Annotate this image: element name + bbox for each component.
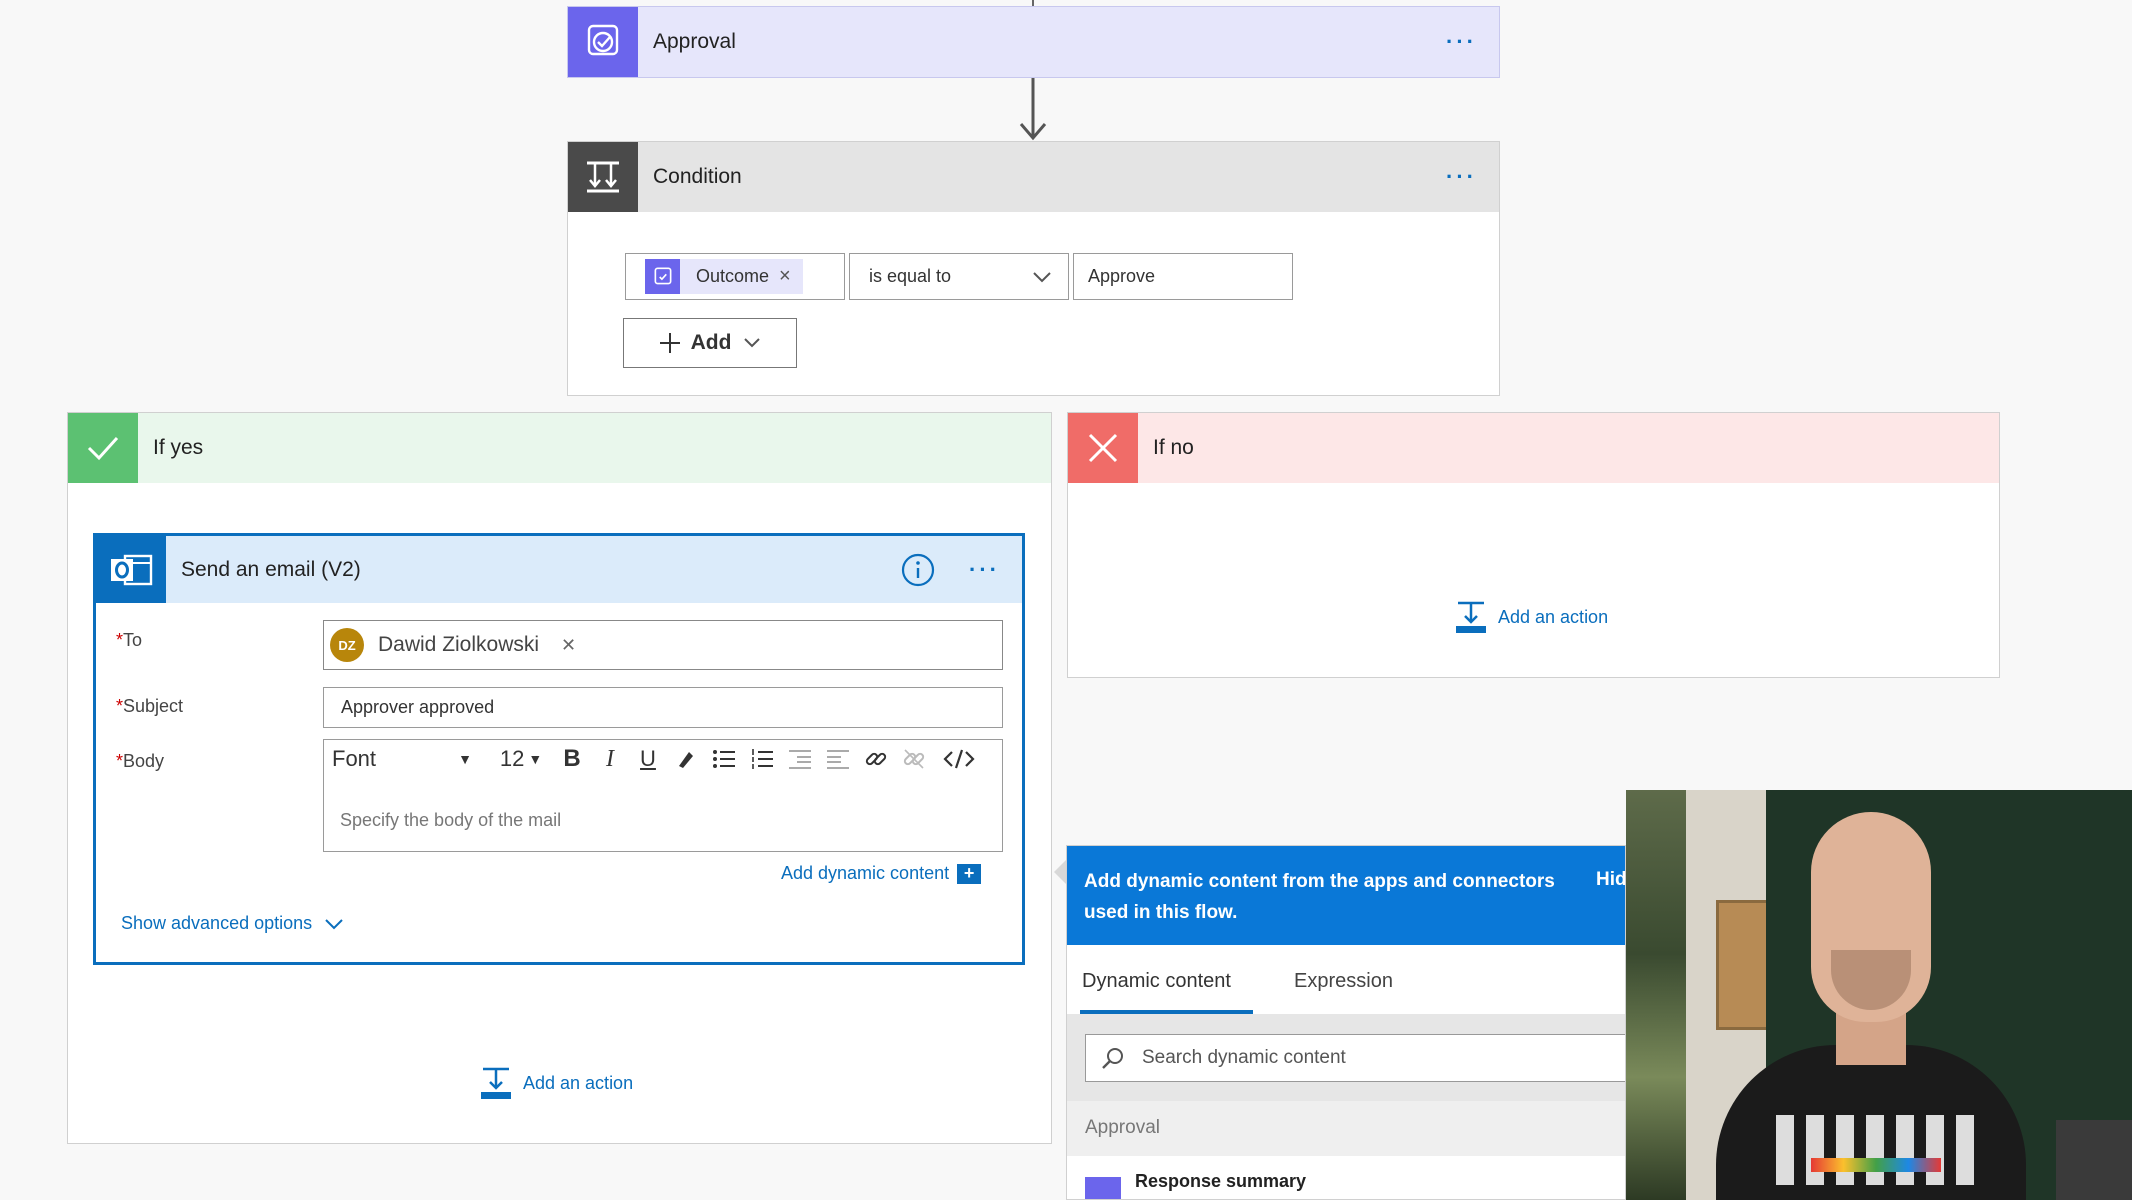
condition-operator-select[interactable]: is equal to — [849, 253, 1069, 300]
add-dynamic-plus-icon: + — [957, 863, 982, 884]
condition-icon — [568, 142, 638, 212]
search-icon — [1102, 1048, 1123, 1069]
dynamic-search-area: Search dynamic content — [1067, 1014, 1625, 1101]
approval-icon — [568, 7, 638, 77]
outcome-token-remove[interactable]: × — [779, 265, 791, 288]
condition-right-operand[interactable]: Approve — [1073, 253, 1293, 300]
show-advanced-options[interactable]: Show advanced options — [121, 913, 344, 934]
flow-arrow — [1019, 78, 1047, 141]
if-no-branch: If no Add an action — [1067, 412, 2000, 678]
approval-title: Approval — [653, 30, 736, 53]
condition-title: Condition — [653, 165, 742, 188]
info-icon[interactable] — [901, 553, 935, 587]
condition-more-menu[interactable]: ··· — [1446, 164, 1477, 190]
numbered-list-icon[interactable] — [744, 740, 780, 778]
chevron-down-icon — [744, 338, 761, 348]
dynamic-search-placeholder: Search dynamic content — [1142, 1047, 1346, 1068]
dynamic-hide-button[interactable]: Hid — [1596, 869, 1625, 891]
dynamic-search-input[interactable]: Search dynamic content — [1085, 1034, 1625, 1082]
subject-field[interactable]: Approver approved — [323, 687, 1003, 728]
bold-icon[interactable]: B — [554, 740, 590, 778]
plus-icon — [659, 333, 680, 353]
add-action-icon — [1456, 601, 1486, 633]
tab-expression[interactable]: Expression — [1294, 970, 1393, 993]
body-placeholder: Specify the body of the mail — [340, 810, 562, 830]
condition-left-operand[interactable]: Outcome × — [625, 253, 845, 300]
tab-dynamic-content[interactable]: Dynamic content — [1082, 970, 1231, 993]
add-action-icon — [481, 1067, 511, 1099]
close-icon — [1068, 413, 1138, 483]
outlook-icon — [96, 536, 166, 603]
increase-indent-icon[interactable] — [820, 740, 856, 778]
condition-card[interactable]: Condition ··· Outcome × is equal to Appr… — [567, 141, 1500, 396]
add-condition-button[interactable]: Add — [623, 318, 797, 368]
decrease-indent-icon[interactable] — [782, 740, 818, 778]
dynamic-section-header: Approval — [1067, 1101, 1625, 1156]
subject-value: Approver approved — [341, 697, 495, 717]
to-label: *To — [116, 630, 143, 650]
send-email-title: Send an email (V2) — [181, 557, 361, 581]
add-condition-label: Add — [690, 331, 732, 354]
body-editor[interactable]: Font ▼ 12 ▼ B I U Specify the body of th… — [323, 739, 1003, 852]
add-dynamic-content-link[interactable]: Add dynamic content + — [781, 863, 982, 884]
link-icon[interactable] — [858, 740, 894, 778]
send-email-more-menu[interactable]: ··· — [969, 557, 1000, 583]
italic-icon[interactable]: I — [592, 740, 628, 778]
code-view-icon[interactable] — [936, 740, 982, 778]
if-yes-add-action[interactable]: Add an action — [479, 1066, 633, 1100]
caret-down-icon: ▼ — [528, 751, 543, 767]
condition-value: Approve — [1088, 266, 1156, 286]
chevron-down-icon — [325, 918, 343, 929]
dynamic-panel-banner: Add dynamic content from the apps and co… — [1067, 846, 1625, 945]
body-label: *Body — [116, 751, 165, 771]
font-size-select[interactable]: 12 ▼ — [496, 740, 546, 778]
outcome-token-label: Outcome — [696, 266, 770, 286]
webcam-video — [1626, 790, 2132, 1200]
dynamic-panel-pointer — [1054, 860, 1066, 884]
font-family-select[interactable]: Font ▼ — [332, 740, 482, 778]
dynamic-banner-text: Add dynamic content from the apps and co… — [1084, 871, 1555, 923]
underline-icon[interactable]: U — [630, 740, 666, 778]
body-toolbar: Font ▼ 12 ▼ B I U — [324, 740, 1002, 778]
subject-label: *Subject — [116, 696, 184, 716]
approval-more-menu[interactable]: ··· — [1446, 29, 1477, 55]
if-yes-title: If yes — [153, 436, 204, 459]
to-avatar: DZ — [330, 628, 364, 662]
to-field[interactable]: DZ Dawid Ziolkowski ✕ — [323, 620, 1003, 670]
dynamic-content-panel: Add dynamic content from the apps and co… — [1066, 845, 1626, 1200]
to-recipient-name: Dawid Ziolkowski — [378, 633, 540, 656]
approval-token-icon — [645, 259, 680, 294]
to-recipient-remove[interactable]: ✕ — [561, 635, 576, 656]
outcome-token[interactable]: Outcome × — [645, 259, 803, 294]
condition-operator-value: is equal to — [869, 266, 952, 286]
bullet-list-icon[interactable] — [706, 740, 742, 778]
caret-down-icon: ▼ — [458, 751, 472, 767]
unlink-icon[interactable] — [896, 740, 932, 778]
if-no-add-action[interactable]: Add an action — [1454, 600, 1608, 634]
highlight-pen-icon[interactable] — [668, 740, 704, 778]
approval-card[interactable]: Approval ··· — [567, 6, 1500, 78]
if-no-title: If no — [1153, 436, 1194, 459]
approval-icon — [1085, 1177, 1121, 1199]
dynamic-item-response-summary[interactable]: Response summary — [1085, 1171, 1306, 1199]
send-email-card[interactable]: Send an email (V2) ··· *To DZ Dawid Ziol… — [93, 533, 1025, 965]
checkmark-icon — [68, 413, 138, 483]
chevron-down-icon — [1033, 271, 1051, 282]
if-yes-branch: If yes Send an email (V2) ··· *To DZ Daw… — [67, 412, 1052, 1144]
